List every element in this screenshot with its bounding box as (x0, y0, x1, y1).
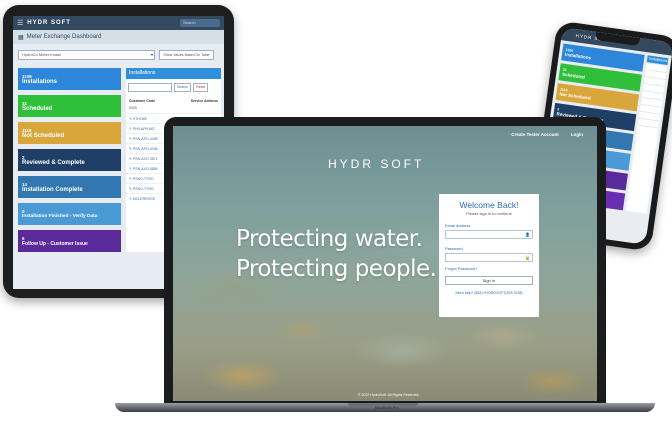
password-field[interactable]: 🔒 (445, 253, 533, 262)
laptop-screen: Create Tester Account Login HYDR SOFT Pr… (173, 126, 597, 401)
search-button[interactable]: Search (174, 83, 192, 92)
create-tester-account-link[interactable]: Create Tester Account (511, 132, 559, 137)
installations-panel-title: Installations (126, 68, 221, 79)
help-phone-link[interactable]: Need help? (833) HYDROSOFT(493-7638) (445, 291, 533, 295)
status-card-reviewed-complete[interactable]: 2 Reviewed & Complete (18, 149, 121, 171)
hero-line-2: Protecting people. (236, 256, 437, 282)
project-select[interactable]: HydroCo Meter Install ▾ (18, 50, 155, 60)
status-card-label: Scheduled (22, 105, 53, 112)
tablet-brand-logo: HYDR SOFT (27, 20, 71, 26)
customer-code-cell: PSNO-TYRO (132, 177, 154, 181)
status-card-follow-up-customer[interactable]: 6 Follow Up - Customer Issue (18, 230, 121, 252)
customer-code-cell: PSN-APO-4095 (132, 137, 158, 141)
hydrosoft-logo: HYDR SOFT (328, 157, 425, 171)
installations-search-input[interactable] (128, 83, 172, 92)
hero-line-1: Protecting water. (236, 226, 423, 252)
laptop-footer: © 2022 HydroSoft. All Rights Reserved. (358, 393, 420, 397)
tablet-title-bar: ▦ Meter Exchange Dashboard (13, 30, 224, 44)
status-card-label: Installations (22, 78, 58, 85)
hero-text: Protecting water. Protecting people. (236, 224, 437, 284)
column-service-address: Service Address (190, 99, 218, 103)
lock-icon: 🔒 (525, 255, 530, 260)
login-subtitle: Please sign in to continue (466, 211, 512, 216)
password-label: Password (445, 246, 463, 251)
device-mockup-composite: ☰ HYDR SOFT Search ▦ Meter Exchange Dash… (0, 0, 672, 423)
tablet-filter-row: HydroCo Meter Install ▾ Show Values Base… (13, 44, 224, 62)
customer-code-cell: PSNO-TYRO (132, 187, 154, 191)
customer-code-cell: VTHO8E (132, 117, 147, 121)
status-card-label: Installation Complete (22, 186, 83, 193)
customer-code-cell: MCLERROSE (132, 197, 156, 201)
project-select-value: HydroCo Meter Install (22, 52, 61, 57)
dashboard-icon: ▦ (18, 34, 24, 41)
installations-panel-tools: Search Reset (126, 79, 221, 96)
status-card-label: Follow Up - Customer Issue (22, 240, 88, 247)
email-label: Email address (445, 223, 471, 228)
customer-code-cell: PSN-AXO-3855 (132, 167, 158, 171)
status-card-label: Not Scheduled (22, 132, 65, 139)
customer-code-cell: PSN-AXO-3871 (132, 157, 158, 161)
installations-table-header: Customer Code Service Address (126, 96, 221, 106)
forgot-password-link[interactable]: Forgot Password? (445, 266, 533, 271)
laptop-top-nav: Create Tester Account Login (511, 132, 583, 137)
tablet-search-input[interactable]: Search (180, 19, 220, 27)
status-card-verify-data[interactable]: 0 Installation Finished - Verify Data (18, 203, 121, 225)
status-card-label: Installation Finished - Verify Data (22, 214, 98, 219)
sign-in-button[interactable]: Sign In (445, 276, 533, 285)
login-link[interactable]: Login (571, 132, 583, 137)
show-values-button[interactable]: Show Values Based On Table (159, 50, 214, 60)
chevron-down-icon: ▾ (150, 52, 153, 57)
user-icon: 👤 (525, 232, 530, 237)
list-item[interactable] (636, 124, 659, 135)
login-card: Welcome Back! Please sign in to continue… (439, 194, 539, 317)
column-customer-code: Customer Code (129, 99, 156, 103)
tablet-topbar: ☰ HYDR SOFT Search (13, 16, 224, 30)
menu-icon[interactable]: ☰ (17, 20, 23, 27)
reset-button[interactable]: Reset (193, 83, 209, 92)
login-title: Welcome Back! (459, 200, 519, 210)
customer-code-cell: PSN-APO-4098 (132, 147, 158, 151)
email-field[interactable]: 👤 (445, 230, 533, 239)
status-card-scheduled[interactable]: 31 Scheduled (18, 95, 121, 117)
page-title: Meter Exchange Dashboard (26, 34, 102, 40)
status-card-installation-complete[interactable]: 14 Installation Complete (18, 176, 121, 198)
status-card-label: Reviewed & Complete (22, 159, 85, 166)
installations-subheader: 0025 (129, 106, 137, 110)
status-card-installations[interactable]: 1106 Installations (18, 68, 121, 90)
status-card-not-scheduled[interactable]: 1118 Not Scheduled (18, 122, 121, 144)
tablet-status-cards: 1106 Installations 31 Scheduled 1118 Not… (18, 68, 121, 252)
customer-code-cell: PH0-APH-667 (132, 127, 156, 131)
laptop-model-label: MacBook Pro (374, 405, 399, 410)
laptop-device: Create Tester Account Login HYDR SOFT Pr… (164, 117, 606, 403)
